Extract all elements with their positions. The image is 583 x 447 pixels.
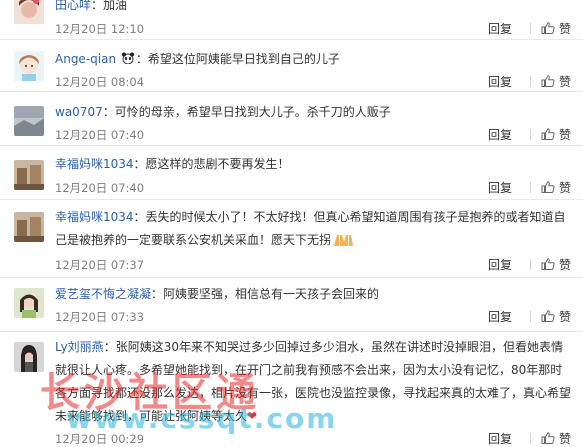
comment-text-line: Ange-qian ：希望这位阿姨能早日找到自己的儿子 [55, 48, 575, 71]
like-button[interactable]: 赞 [541, 310, 571, 324]
like-button[interactable]: 赞 [541, 258, 571, 272]
reply-button[interactable]: 回复 [488, 128, 512, 142]
comment-username[interactable]: 田心咩 [55, 0, 91, 12]
like-label: 赞 [558, 258, 571, 272]
like-button[interactable]: 赞 [541, 181, 571, 195]
like-label: 赞 [558, 75, 571, 89]
comment-text-line: 爱艺玺不悔之凝凝：阿姨要坚强，相信总有一天孩子会回来的 [55, 283, 575, 306]
comment-text: ：希望这位阿姨能早日找到自己的儿子 [135, 52, 340, 66]
like-label: 赞 [558, 128, 571, 142]
avatar[interactable] [14, 51, 44, 81]
comment-time: 12月20日 07:33 [55, 310, 145, 324]
comment-actions: 回复赞 [488, 430, 571, 447]
comment-username[interactable]: 幸福妈咪1034 [55, 210, 134, 224]
comment-text: ：阿姨要坚强，相信总有一天孩子会回来的 [151, 287, 380, 301]
like-label: 赞 [558, 310, 571, 324]
comment-text-line: 幸福妈咪1034：丢失的时候太小了！不太好找！但真心希望知道周围有孩子是抱养的或… [55, 206, 573, 252]
reply-button[interactable]: 回复 [488, 181, 512, 195]
thumbs-up-icon [541, 181, 555, 193]
comment-text: ：加油 [91, 0, 128, 12]
comment-item: 田心咩：加油 12月20日 12:10 回复 赞 [0, 0, 583, 40]
comment-text-line: 田心咩：加油 [55, 0, 575, 17]
reply-button[interactable]: 回复 [488, 258, 512, 272]
avatar[interactable] [14, 0, 44, 24]
avatar[interactable] [14, 288, 44, 318]
divider [529, 23, 531, 34]
thumbs-up-icon [541, 432, 555, 444]
reply-button[interactable]: 回复 [488, 75, 512, 89]
comment-username[interactable]: 幸福妈咪1034 [55, 157, 134, 171]
like-button[interactable]: 赞 [541, 22, 571, 36]
like-button[interactable]: 赞 [541, 75, 571, 89]
thumbs-up-icon [541, 310, 555, 322]
divider [529, 433, 531, 444]
reply-button[interactable]: 回复 [488, 310, 512, 324]
praying-hands-icon [334, 235, 354, 246]
comment-time: 12月20日 07:40 [55, 128, 145, 142]
comment-actions: 回复 赞 [488, 179, 571, 196]
comment-actions: 回复 赞 [488, 308, 571, 325]
comment-time: 12月20日 07:37 [55, 258, 145, 272]
comment-item: 幸福妈咪1034：丢失的时候太小了！不太好找！但真心希望知道周围有孩子是抱养的或… [0, 200, 583, 278]
comment-text-line: 幸福妈咪1034：愿这样的悲剧不要再发生！ [55, 153, 575, 176]
like-button[interactable]: 赞 [541, 128, 571, 142]
avatar[interactable] [14, 212, 44, 242]
avatar[interactable] [14, 106, 44, 136]
like-label: 赞 [558, 181, 571, 195]
like-label: 赞 [558, 22, 571, 36]
divider [529, 129, 531, 140]
reply-button[interactable]: 回复 [488, 22, 512, 36]
comment-username[interactable]: Ly刘丽燕 [55, 340, 104, 354]
comment-item: Ange-qian ：希望这位阿姨能早日找到自己的儿子 12月20日 08:04… [0, 40, 583, 92]
comment-text: ：愿这样的悲剧不要再发生！ [133, 157, 290, 171]
comment-item: wa0707：可怜的母亲，希望早日找到大儿子。杀千刀的人贩子 12月20日 07… [0, 92, 583, 146]
comment-text: ：可怜的母亲，希望早日找到大儿子。杀千刀的人贩子 [102, 105, 391, 119]
thumbs-up-icon [541, 75, 555, 87]
comment-item: 爱艺玺不悔之凝凝：阿姨要坚强，相信总有一天孩子会回来的 12月20日 07:33… [0, 278, 583, 332]
divider [529, 182, 531, 193]
comment-time: 12月20日 12:10 [55, 22, 145, 36]
divider [529, 259, 531, 270]
thumbs-up-icon [541, 258, 555, 270]
divider [529, 311, 531, 322]
comment-time: 12月20日 07:40 [55, 181, 145, 195]
watermark-url: www.cssqt.com [66, 402, 338, 435]
comment-username[interactable]: wa0707 [55, 105, 103, 119]
comment-username[interactable]: Ange-qian [55, 52, 116, 66]
comment-actions: 回复 赞 [488, 73, 571, 90]
avatar[interactable] [14, 160, 44, 190]
divider [529, 76, 531, 87]
thumbs-up-icon [541, 128, 555, 140]
comment-time: 12月20日 08:04 [55, 75, 145, 89]
comment-text-line: wa0707：可怜的母亲，希望早日找到大儿子。杀千刀的人贩子 [55, 101, 575, 124]
thumbs-up-icon [541, 22, 555, 34]
panda-icon [121, 52, 134, 65]
comment-actions: 回复 赞 [488, 256, 571, 273]
comment-item: 幸福妈咪1034：愿这样的悲剧不要再发生！ 12月20日 07:40 回复 赞 [0, 146, 583, 200]
comment-actions: 回复 赞 [488, 126, 571, 143]
comment-username[interactable]: 爱艺玺不悔之凝凝 [55, 287, 151, 301]
comment-actions: 回复 赞 [488, 20, 571, 37]
